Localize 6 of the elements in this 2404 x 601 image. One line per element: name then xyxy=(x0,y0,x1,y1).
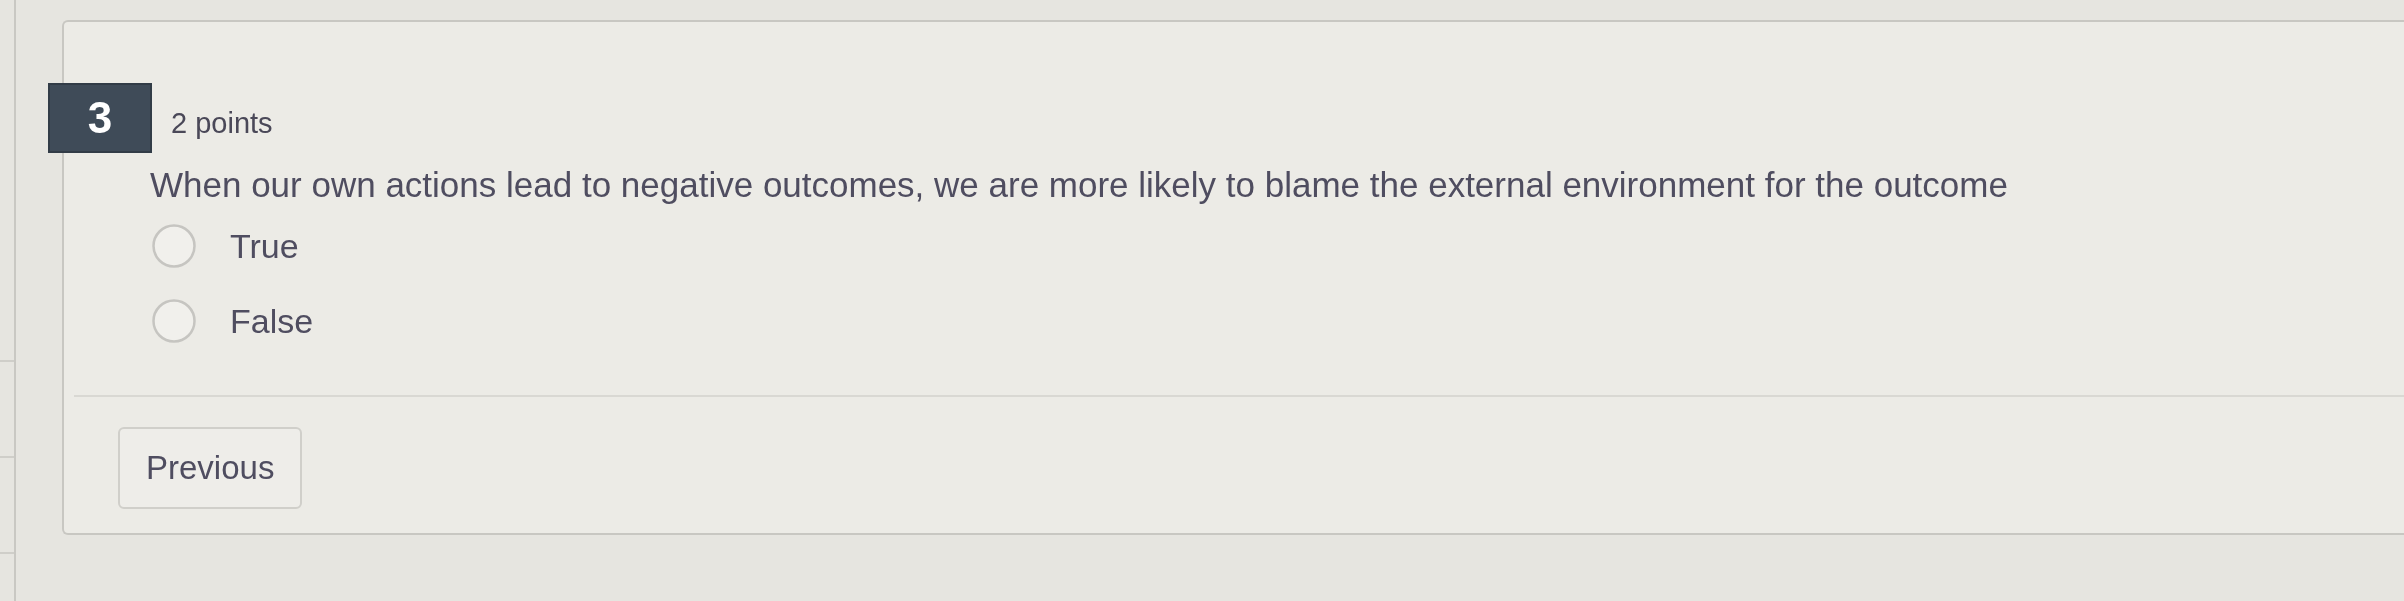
previous-button[interactable]: Previous xyxy=(118,427,303,509)
answer-option[interactable]: True xyxy=(152,224,299,268)
points-label: 2 points xyxy=(171,105,273,140)
question-number: 3 xyxy=(48,83,152,153)
question-text: When our own actions lead to negative outcomes, we are more likely to blame the external environment for the outcome xyxy=(150,164,2008,206)
answer-option[interactable]: False xyxy=(152,299,314,343)
